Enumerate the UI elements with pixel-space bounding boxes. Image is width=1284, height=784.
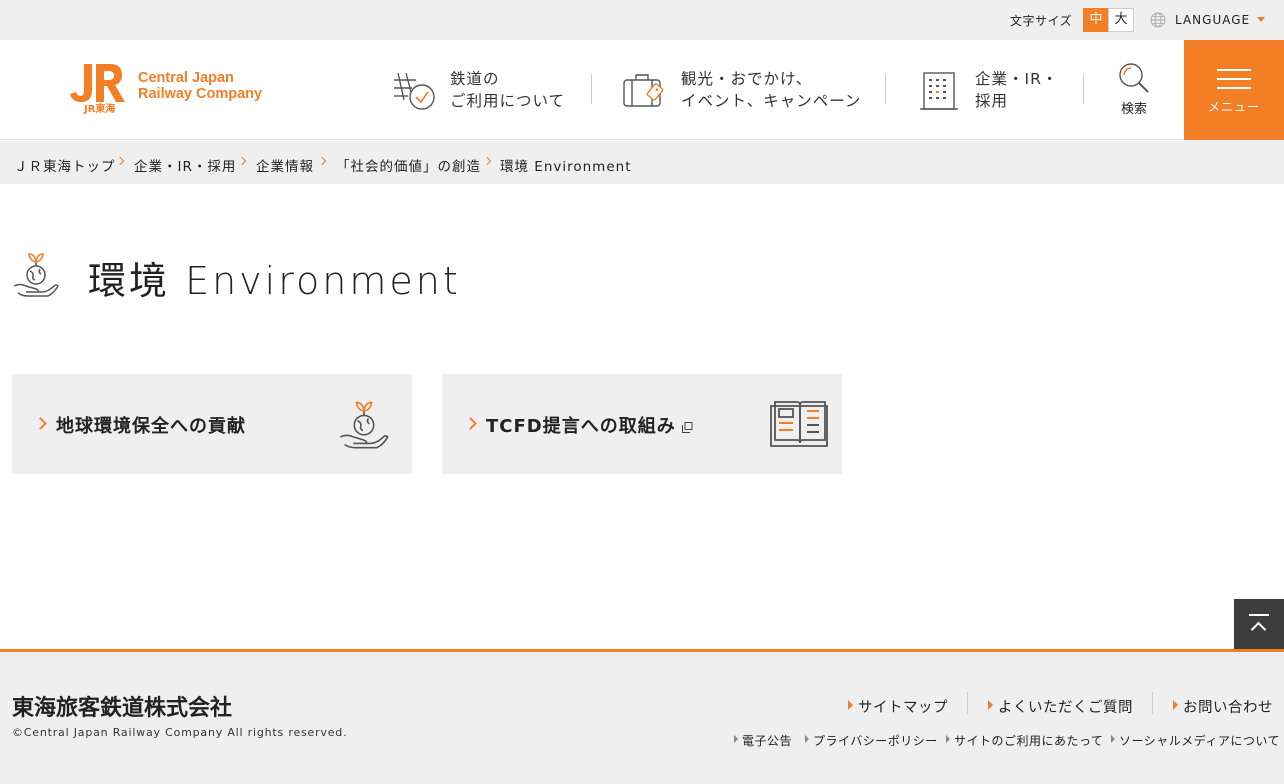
footer-link-public-notice[interactable]: 電子公告 <box>742 732 792 749</box>
jr-central-logo[interactable]: JR東海 Central Japan Railway Company <box>70 62 280 118</box>
nav-railway-use-label: 鉄道の ご利用について <box>450 70 566 110</box>
hand-globe-sprout-icon <box>13 253 59 297</box>
triangle-right-icon <box>1111 735 1115 743</box>
open-book-icon <box>770 401 828 447</box>
hand-globe-sprout-icon <box>339 401 389 449</box>
card-label-text: TCFD提言への取組み <box>486 416 676 437</box>
language-selector[interactable]: LANGUAGE <box>1150 10 1270 30</box>
search-icon <box>1119 63 1149 93</box>
triangle-right-icon <box>734 735 738 743</box>
card-label: TCFD提言への取組み <box>486 412 693 438</box>
external-link-icon <box>681 422 693 433</box>
breadcrumb-link-top[interactable]: ＪＲ東海トップ <box>14 155 116 175</box>
triangle-right-icon <box>946 735 950 743</box>
font-size-large-button[interactable]: 大 <box>1108 8 1134 32</box>
triangle-right-icon <box>805 735 809 743</box>
nav-railway-use[interactable]: 鉄道の ご利用について <box>390 40 580 140</box>
chevron-up-icon <box>1250 621 1267 638</box>
breadcrumb-current: 環境 Environment <box>500 159 632 175</box>
page-title: 環境 Environment <box>88 259 461 303</box>
footer-link-privacy-policy[interactable]: プライバシーポリシー <box>813 732 938 749</box>
nav-divider <box>591 74 592 104</box>
chevron-right-icon <box>237 156 247 166</box>
menu-label: メニュー <box>1207 100 1260 114</box>
page-top-bar-icon <box>1249 614 1269 616</box>
hamburger-icon <box>1217 69 1251 89</box>
jr-logo-mark-icon: JR東海 <box>70 64 125 114</box>
footer-link-sitemap[interactable]: サイトマップ <box>858 696 948 717</box>
triangle-right-icon <box>848 700 853 710</box>
copyright: ©Central Japan Railway Company All right… <box>12 726 348 739</box>
language-label: LANGUAGE <box>1175 13 1251 27</box>
site-header: JR東海 Central Japan Railway Company 鉄道の ご… <box>0 40 1284 140</box>
footer-link-site-terms[interactable]: サイトのご利用にあたって <box>954 732 1103 749</box>
nav-corporate-ir-careers[interactable]: 企業・IR・ 採用 <box>918 40 1068 140</box>
breadcrumb: ＪＲ東海トップ 企業・IR・採用 企業情報 「社会的価値」の創造 環境 Envi… <box>0 141 1284 184</box>
chevron-right-icon <box>482 156 492 166</box>
page-top-button[interactable] <box>1234 599 1284 649</box>
card-label: 地球環境保全への貢献 <box>56 416 246 437</box>
suitcase-icon <box>623 74 664 107</box>
footer-divider <box>967 692 968 714</box>
triangle-right-icon <box>1173 700 1178 710</box>
footer-company-name: 東海旅客鉄道株式会社 <box>12 696 233 721</box>
nav-corporate-ir-careers-label: 企業・IR・ 採用 <box>975 70 1059 110</box>
globe-icon <box>1150 12 1166 28</box>
logo-text: Central Japan Railway Company <box>138 70 263 102</box>
chevron-right-icon <box>115 156 125 166</box>
chevron-right-icon <box>464 417 477 430</box>
font-size-label: 文字サイズ <box>1010 14 1073 28</box>
footer-link-contact[interactable]: お問い合わせ <box>1183 696 1273 717</box>
triangle-right-icon <box>988 700 993 710</box>
breadcrumb-link-company-info[interactable]: 企業情報 <box>256 155 314 175</box>
nav-divider <box>1083 74 1084 104</box>
nav-divider <box>885 74 886 104</box>
font-size-medium-button[interactable]: 中 <box>1083 8 1109 32</box>
search-label: 検索 <box>1120 102 1147 117</box>
building-icon <box>920 72 958 110</box>
breadcrumb-link-corporate[interactable]: 企業・IR・採用 <box>134 155 236 175</box>
logo-mark-text: JR東海 <box>83 102 115 114</box>
train-clock-icon <box>394 72 435 110</box>
footer-divider <box>1152 692 1153 714</box>
footer-link-faq[interactable]: よくいただくご質問 <box>998 696 1133 717</box>
card-global-environment-contribution[interactable]: 地球環境保全への貢献 <box>12 374 412 474</box>
menu-button[interactable]: メニュー <box>1184 40 1284 140</box>
card-tcfd-initiatives[interactable]: TCFD提言への取組み <box>442 374 842 474</box>
search-button[interactable]: 検索 <box>1100 40 1168 140</box>
site-footer: 東海旅客鉄道株式会社 ©Central Japan Railway Compan… <box>0 649 1284 784</box>
chevron-right-icon <box>34 417 47 430</box>
nav-tourism-events[interactable]: 観光・おでかけ、 イベント、キャンペーン <box>622 40 872 140</box>
chevron-right-icon <box>317 156 327 166</box>
caret-down-icon <box>1257 17 1265 22</box>
breadcrumb-link-social-value[interactable]: 「社会的価値」の創造 <box>336 155 481 175</box>
footer-link-social-media[interactable]: ソーシャルメディアについて <box>1119 732 1280 749</box>
utility-bar: 文字サイズ 中 大 LANGUAGE <box>0 0 1284 40</box>
nav-tourism-events-label: 観光・おでかけ、 イベント、キャンペーン <box>681 70 862 110</box>
